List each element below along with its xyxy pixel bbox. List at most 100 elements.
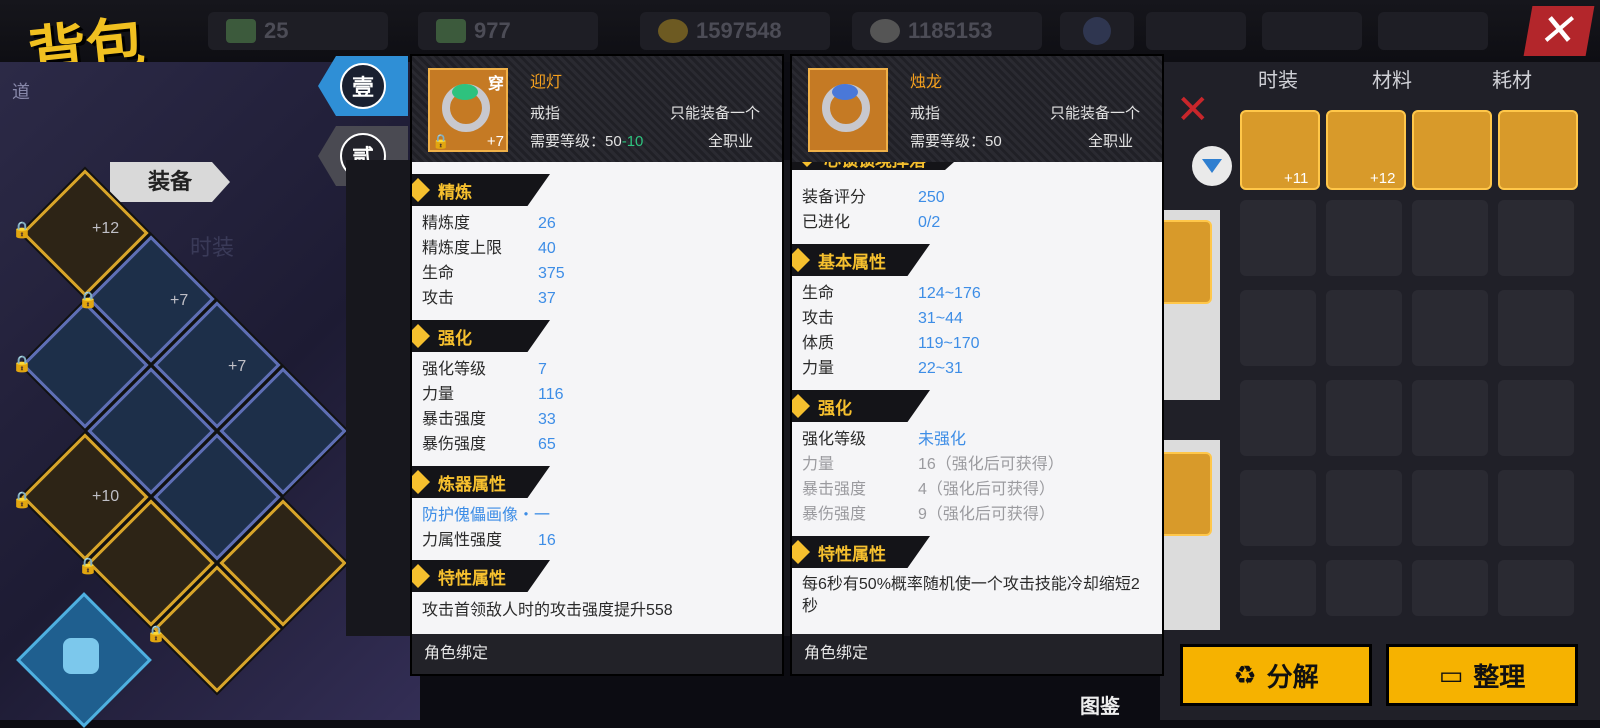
empty-slot: [1412, 470, 1488, 546]
item-type: 戒指: [910, 105, 941, 122]
section-base: 基本属性: [792, 244, 930, 276]
lock-icon: 🔒: [78, 558, 98, 575]
decompose-button[interactable]: ♻ 分解: [1180, 644, 1372, 706]
chevron-down-icon: [1202, 159, 1222, 173]
tab-fashion-right[interactable]: 时装: [1258, 64, 1298, 93]
item-card-equipped: 穿 +7 🔒 迎灯 戒指 只能装备一个 需要等级：50-10 全职业 精炼 精炼…: [412, 56, 782, 674]
empty-slot: [1498, 200, 1574, 276]
empty-slot: [1412, 290, 1488, 366]
empty-slot: [1326, 470, 1402, 546]
silver-coin-icon: [870, 19, 900, 43]
empty-slot: [1326, 380, 1402, 456]
close-icon[interactable]: ✕: [1523, 6, 1595, 56]
tab-equipment[interactable]: 装备: [110, 162, 230, 202]
empty-slot: [1240, 290, 1316, 366]
lock-icon: 🔒: [12, 222, 32, 239]
empty-slot: [1240, 560, 1316, 616]
item-name: 烛龙: [910, 74, 943, 91]
bind-footer: 角色绑定: [792, 634, 1162, 674]
tray-icon: ▭: [1438, 659, 1464, 690]
card-body: 精炼 精炼度 26 精炼度上限 40 生命 375 攻击 37 强化 强化等级 7 力量 1…: [412, 162, 782, 634]
gold-coin-icon: [658, 19, 688, 43]
list-icon: [1083, 17, 1111, 45]
currency-cash-2: 977: [418, 12, 598, 50]
empty-slot: [1240, 200, 1316, 276]
card-body: 心锁锁境掉落 装备评分250 已进化0/2 基本属性 生命124~176 攻击3…: [792, 162, 1162, 634]
section-drop: 心锁锁境掉落: [792, 162, 972, 170]
empty-slot: [1498, 380, 1574, 456]
inventory-item[interactable]: [1498, 110, 1578, 190]
trait-text: 每6秒有50%概率随机使一个攻击技能冷却缩短2秒: [802, 576, 1140, 615]
empty-slot: [1326, 200, 1402, 276]
dropdown-button[interactable]: [1192, 146, 1232, 186]
currency-gold: 1597548: [640, 12, 830, 50]
empty-slot: [1240, 470, 1316, 546]
left-label: 道: [12, 82, 30, 102]
star-icon: [412, 564, 430, 588]
empty-slot: [1498, 560, 1574, 616]
star-icon: [412, 470, 430, 494]
empty-slot: [1326, 290, 1402, 366]
medkit-icon: [63, 638, 99, 674]
empty-slot: [1240, 380, 1316, 456]
lock-icon: 🔒: [12, 492, 32, 509]
item-icon: [808, 68, 888, 152]
trait-text: 攻击首领敌人时的攻击强度提升558: [422, 602, 673, 619]
tab-consumables[interactable]: 耗材: [1492, 64, 1532, 93]
empty-slot: [1498, 290, 1574, 366]
item-card-compare: 烛龙 戒指 只能装备一个 需要等级：50 全职业 心锁锁境掉落 装备评分250 …: [792, 56, 1162, 674]
star-icon: [412, 324, 430, 348]
item-class: 全职业: [1088, 133, 1134, 150]
star-icon: [792, 394, 810, 418]
bind-footer: 角色绑定: [412, 634, 782, 674]
lock-icon: 🔒: [12, 356, 32, 373]
star-icon: [792, 540, 810, 564]
item-unique: 只能装备一个: [1050, 105, 1141, 122]
section-refiner: 炼器属性: [412, 466, 550, 498]
item-name: 迎灯: [530, 74, 563, 91]
empty-slot: [1498, 470, 1574, 546]
cash-bundle-icon: [436, 19, 466, 43]
menu-button[interactable]: [1060, 12, 1134, 50]
required-level: 需要等级：50: [910, 133, 1002, 150]
tab-fashion[interactable]: 时装: [190, 228, 290, 268]
catalog-button[interactable]: 图鉴: [1080, 690, 1120, 719]
close-card-icon[interactable]: ✕: [1176, 90, 1224, 130]
top-slot-empty-2: [1262, 12, 1362, 50]
section-trait: 特性属性: [412, 560, 550, 592]
top-slot-empty: [1146, 12, 1246, 50]
section-trait: 特性属性: [792, 536, 930, 568]
card-header: 烛龙 戒指 只能装备一个 需要等级：50 全职业: [792, 56, 1162, 162]
empty-slot: [1326, 560, 1402, 616]
empty-slot: [1412, 380, 1488, 456]
tab-materials[interactable]: 材料: [1372, 64, 1412, 93]
level-plus: +7: [486, 133, 504, 150]
item-icon: 穿 +7 🔒: [428, 68, 508, 152]
top-slot-empty-3: [1378, 12, 1488, 50]
gem-icon: [832, 84, 858, 100]
required-level: 需要等级：50-10: [530, 133, 644, 150]
star-icon: [798, 162, 816, 167]
gem-icon: [452, 84, 478, 100]
middle-panel-bg: [346, 160, 412, 636]
currency-silver: 1185153: [852, 12, 1042, 50]
cube-icon: [792, 248, 810, 272]
cash-icon: [226, 19, 256, 43]
item-type: 戒指: [530, 105, 561, 122]
equipped-badge: 穿: [487, 76, 504, 93]
inventory-item[interactable]: [1412, 110, 1492, 190]
lock-icon: 🔒: [432, 133, 450, 149]
tab-one[interactable]: 壹: [318, 56, 408, 116]
recycle-icon: ♻: [1233, 659, 1257, 690]
lock-icon: 🔒: [146, 626, 166, 643]
item-unique: 只能装备一个: [670, 105, 761, 122]
section-refine: 精炼: [412, 174, 550, 206]
star-icon: [412, 178, 430, 202]
empty-slot: [1412, 560, 1488, 616]
section-enhance: 强化: [792, 390, 930, 422]
item-class: 全职业: [708, 133, 754, 150]
currency-cash: 25: [208, 12, 388, 50]
empty-slot: [1412, 200, 1488, 276]
section-enhance: 强化: [412, 320, 550, 352]
sort-button[interactable]: ▭ 整理: [1386, 644, 1578, 706]
